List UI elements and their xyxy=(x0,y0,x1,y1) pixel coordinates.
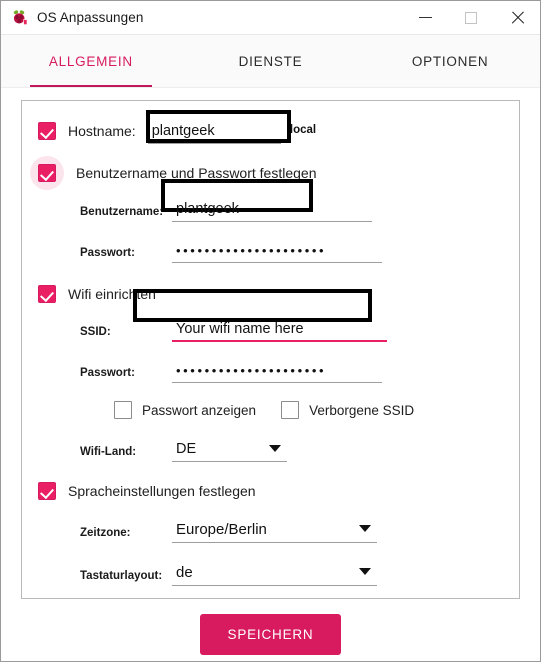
raspberry-pi-icon xyxy=(11,9,28,26)
wifi-country-select[interactable]: DE xyxy=(172,437,287,462)
timezone-row: Zeitzone: Europe/Berlin xyxy=(38,516,503,543)
chevron-down-icon xyxy=(359,567,371,575)
locale-settings-checkbox[interactable] xyxy=(38,482,56,500)
show-password-checkbox[interactable] xyxy=(114,401,132,419)
username-row: Benutzername: plantgeek xyxy=(38,197,503,222)
maximize-icon xyxy=(465,11,477,24)
timezone-value: Europe/Berlin xyxy=(176,520,267,538)
settings-card: Hostname: plantgeek .local Benutzername … xyxy=(21,100,520,599)
close-button[interactable] xyxy=(494,1,540,34)
hidden-ssid-label: Verborgene SSID xyxy=(309,402,415,418)
wifi-password-input[interactable]: ••••••••••••••••••••• xyxy=(172,358,382,383)
locale-settings-row: Spracheinstellungen festlegen xyxy=(38,476,503,506)
footer: SPEICHERN xyxy=(1,599,540,669)
username-label: Benutzername: xyxy=(80,206,164,218)
title-bar: OS Anpassungen xyxy=(1,1,540,35)
window-controls xyxy=(402,1,540,34)
keyboard-layout-label: Tastaturlayout: xyxy=(80,570,163,582)
keyboard-layout-select[interactable]: de xyxy=(172,559,377,586)
tab-dienste[interactable]: DIENSTE xyxy=(181,35,361,87)
hostname-label: Hostname: xyxy=(68,123,136,139)
wifi-password-value: ••••••••••••••••••••• xyxy=(176,362,327,378)
window-title: OS Anpassungen xyxy=(37,9,144,25)
keyboard-layout-row: Tastaturlayout: de xyxy=(38,559,503,586)
user-password-input[interactable]: ••••••••••••••••••••• xyxy=(172,238,382,263)
wifi-setup-row: Wifi einrichten xyxy=(38,279,503,309)
tab-allgemein[interactable]: ALLGEMEIN xyxy=(1,35,181,87)
hostname-input[interactable]: plantgeek xyxy=(147,119,281,144)
user-checkbox-focus-halo xyxy=(30,156,64,190)
hostname-checkbox[interactable] xyxy=(38,122,56,140)
hidden-ssid-checkbox[interactable] xyxy=(281,401,300,419)
wifi-country-row: Wifi-Land: DE xyxy=(38,437,503,462)
tab-optionen-label: OPTIONEN xyxy=(411,53,489,69)
keyboard-layout-value: de xyxy=(176,563,193,581)
save-button[interactable]: SPEICHERN xyxy=(199,613,342,655)
minimize-button[interactable] xyxy=(402,1,448,34)
wifi-password-row: Passwort: ••••••••••••••••••••• xyxy=(38,358,503,383)
wifi-options-row: Passwort anzeigen Verborgene SSID xyxy=(114,401,503,419)
user-password-value: ••••••••••••••••••••• xyxy=(176,242,327,258)
tab-allgemein-label: ALLGEMEIN xyxy=(48,53,133,69)
show-password-label: Passwort anzeigen xyxy=(142,402,257,418)
user-credentials-checkbox[interactable] xyxy=(38,164,56,182)
os-customization-window: OS Anpassungen ALLGEMEIN DIENSTE OPTIONE… xyxy=(0,0,541,662)
content-area: Hostname: plantgeek .local Benutzername … xyxy=(1,88,540,599)
chevron-down-icon xyxy=(269,444,281,452)
user-password-label: Passwort: xyxy=(80,247,135,259)
wifi-country-value: DE xyxy=(176,441,197,457)
hostname-value: plantgeek xyxy=(151,122,215,139)
ssid-label: SSID: xyxy=(80,326,111,338)
user-credentials-row: Benutzername und Passwort festlegen xyxy=(30,153,503,193)
wifi-setup-checkbox[interactable] xyxy=(38,285,56,303)
ssid-input[interactable]: Your wifi name here xyxy=(172,317,387,342)
close-icon xyxy=(510,10,525,25)
tab-optionen[interactable]: OPTIONEN xyxy=(360,35,540,87)
user-password-row: Passwort: ••••••••••••••••••••• xyxy=(38,238,503,263)
username-value: plantgeek xyxy=(176,201,239,217)
wifi-password-label: Passwort: xyxy=(80,367,135,379)
timezone-select[interactable]: Europe/Berlin xyxy=(172,516,377,543)
tab-dienste-label: DIENSTE xyxy=(238,53,303,69)
hostname-suffix: .local xyxy=(286,123,317,136)
wifi-setup-label: Wifi einrichten xyxy=(68,286,156,302)
ssid-row: SSID: Your wifi name here xyxy=(38,317,503,342)
chevron-down-icon xyxy=(359,524,371,532)
minimize-icon xyxy=(418,16,432,19)
hostname-row: Hostname: plantgeek .local xyxy=(38,115,503,147)
ssid-value: Your wifi name here xyxy=(176,320,304,337)
user-credentials-label: Benutzername und Passwort festlegen xyxy=(76,165,317,181)
tab-bar: ALLGEMEIN DIENSTE OPTIONEN xyxy=(1,35,540,88)
username-input[interactable]: plantgeek xyxy=(172,197,372,222)
maximize-button[interactable] xyxy=(448,1,494,34)
timezone-label: Zeitzone: xyxy=(80,527,131,539)
locale-settings-label: Spracheinstellungen festlegen xyxy=(68,483,256,499)
wifi-country-label: Wifi-Land: xyxy=(80,446,137,458)
